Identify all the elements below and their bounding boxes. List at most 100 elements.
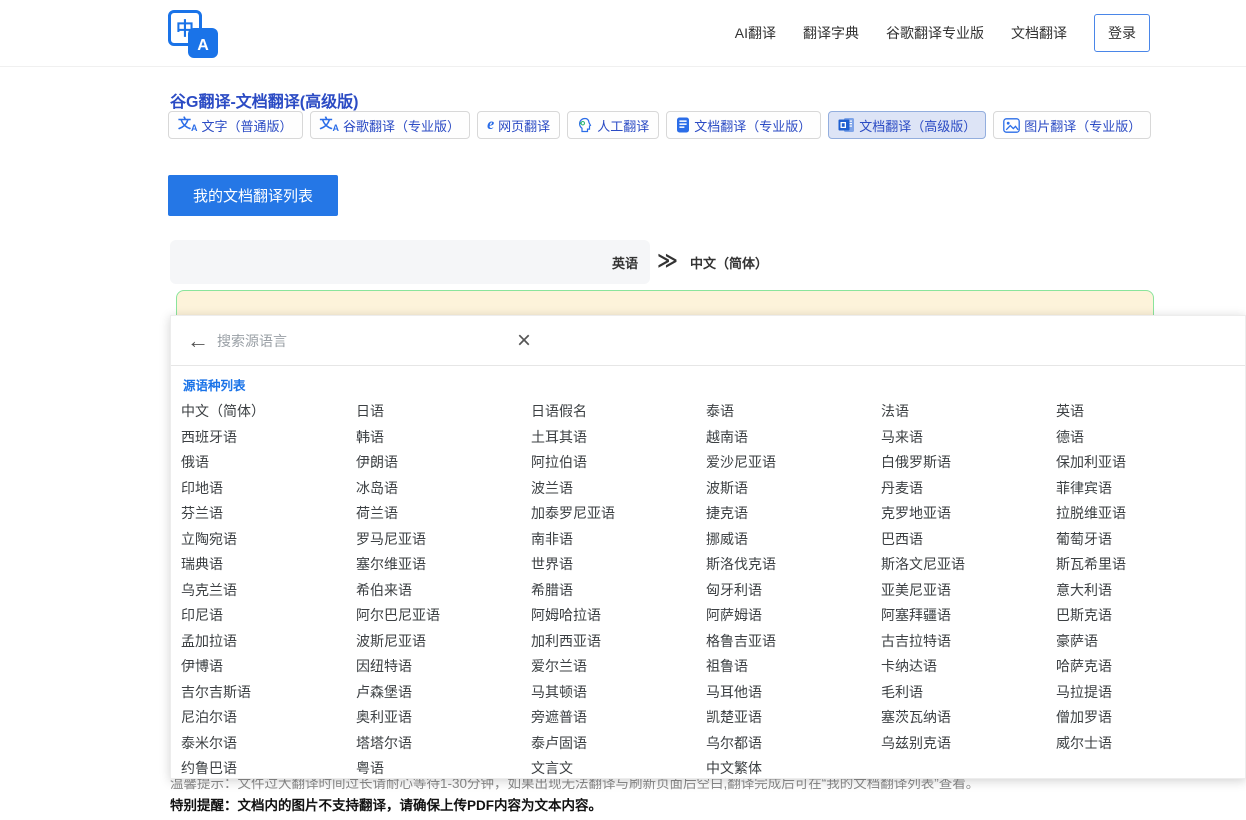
language-item[interactable]: 毛利语 (881, 680, 1056, 706)
language-item[interactable]: 巴斯克语 (1056, 603, 1231, 629)
language-item[interactable]: 南非语 (531, 527, 706, 553)
language-item[interactable]: 葡萄牙语 (1056, 527, 1231, 553)
language-item[interactable]: 日语 (356, 399, 531, 425)
language-item[interactable]: 波斯尼亚语 (356, 629, 531, 655)
language-item[interactable]: 伊博语 (181, 654, 356, 680)
language-item[interactable]: 孟加拉语 (181, 629, 356, 655)
language-item[interactable]: 斯洛文尼亚语 (881, 552, 1056, 578)
language-item[interactable]: 乌克兰语 (181, 578, 356, 604)
language-item[interactable]: 韩语 (356, 425, 531, 451)
language-item[interactable]: 泰卢固语 (531, 731, 706, 757)
close-icon[interactable]: × (517, 329, 531, 353)
login-button[interactable]: 登录 (1094, 14, 1150, 52)
language-item[interactable]: 斯洛伐克语 (706, 552, 881, 578)
language-item[interactable]: 克罗地亚语 (881, 501, 1056, 527)
nav-translate-dictionary[interactable]: 翻译字典 (803, 23, 859, 43)
language-item[interactable]: 吉尔吉斯语 (181, 680, 356, 706)
language-item[interactable]: 立陶宛语 (181, 527, 356, 553)
language-item[interactable]: 阿塞拜疆语 (881, 603, 1056, 629)
language-item[interactable]: 亚美尼亚语 (881, 578, 1056, 604)
tab-doc-pro[interactable]: 文档翻译（专业版） (666, 111, 821, 139)
language-item[interactable]: 马拉提语 (1056, 680, 1231, 706)
language-item[interactable]: 世界语 (531, 552, 706, 578)
tab-human-translate[interactable]: 人工翻译 (567, 111, 659, 139)
language-item[interactable]: 粤语 (356, 756, 531, 782)
language-item[interactable]: 俄语 (181, 450, 356, 476)
language-item[interactable]: 法语 (881, 399, 1056, 425)
language-item[interactable]: 爱沙尼亚语 (706, 450, 881, 476)
nav-ai-translate[interactable]: AI翻译 (735, 23, 776, 43)
language-item[interactable]: 豪萨语 (1056, 629, 1231, 655)
language-item[interactable]: 奥利亚语 (356, 705, 531, 731)
language-item[interactable]: 马耳他语 (706, 680, 881, 706)
language-item[interactable]: 罗马尼亚语 (356, 527, 531, 553)
language-item[interactable]: 阿拉伯语 (531, 450, 706, 476)
language-item[interactable]: 波斯语 (706, 476, 881, 502)
language-item[interactable]: 捷克语 (706, 501, 881, 527)
translate-logo-icon[interactable]: 中 A (168, 8, 220, 58)
language-item[interactable]: 哈萨克语 (1056, 654, 1231, 680)
source-language-selector[interactable]: 英语 (612, 253, 638, 272)
nav-document-translate[interactable]: 文档翻译 (1011, 23, 1067, 43)
language-item[interactable]: 尼泊尔语 (181, 705, 356, 731)
search-source-language-input[interactable] (217, 333, 497, 349)
language-item[interactable]: 越南语 (706, 425, 881, 451)
language-item[interactable]: 因纽特语 (356, 654, 531, 680)
language-item[interactable]: 瑞典语 (181, 552, 356, 578)
language-item[interactable]: 旁遮普语 (531, 705, 706, 731)
language-item[interactable]: 塞茨瓦纳语 (881, 705, 1056, 731)
language-item[interactable]: 波兰语 (531, 476, 706, 502)
language-item[interactable]: 挪威语 (706, 527, 881, 553)
language-item[interactable]: 乌尔都语 (706, 731, 881, 757)
language-item[interactable]: 格鲁吉亚语 (706, 629, 881, 655)
my-doc-list-button[interactable]: 我的文档翻译列表 (168, 175, 338, 216)
language-item[interactable]: 英语 (1056, 399, 1231, 425)
language-item[interactable]: 阿萨姆语 (706, 603, 881, 629)
language-item[interactable]: 伊朗语 (356, 450, 531, 476)
language-item[interactable]: 拉脱维亚语 (1056, 501, 1231, 527)
language-item[interactable]: 僧加罗语 (1056, 705, 1231, 731)
language-item[interactable]: 加利西亚语 (531, 629, 706, 655)
language-item[interactable]: 德语 (1056, 425, 1231, 451)
language-item[interactable]: 丹麦语 (881, 476, 1056, 502)
language-item[interactable]: 加泰罗尼亚语 (531, 501, 706, 527)
language-item[interactable]: 凯楚亚语 (706, 705, 881, 731)
tab-image-pro[interactable]: 图片翻译（专业版） (993, 111, 1151, 139)
language-item[interactable]: 匈牙利语 (706, 578, 881, 604)
language-item[interactable]: 泰米尔语 (181, 731, 356, 757)
language-item[interactable]: 古吉拉特语 (881, 629, 1056, 655)
language-item[interactable]: 乌兹别克语 (881, 731, 1056, 757)
language-item[interactable]: 芬兰语 (181, 501, 356, 527)
language-item[interactable]: 马来语 (881, 425, 1056, 451)
language-item[interactable]: 文言文 (531, 756, 706, 782)
tab-google-pro[interactable]: 文A 谷歌翻译（专业版） (310, 111, 471, 139)
language-item[interactable]: 西班牙语 (181, 425, 356, 451)
language-item[interactable]: 马其顿语 (531, 680, 706, 706)
language-item[interactable]: 希腊语 (531, 578, 706, 604)
language-item[interactable]: 日语假名 (531, 399, 706, 425)
tab-web-translate[interactable]: e 网页翻译 (477, 111, 560, 139)
language-item[interactable]: 白俄罗斯语 (881, 450, 1056, 476)
back-arrow-icon[interactable]: ← (187, 330, 209, 352)
language-item[interactable]: 祖鲁语 (706, 654, 881, 680)
language-item[interactable]: 巴西语 (881, 527, 1056, 553)
language-item[interactable]: 中文（简体） (181, 399, 356, 425)
language-item[interactable]: 冰岛语 (356, 476, 531, 502)
language-item[interactable]: 印地语 (181, 476, 356, 502)
language-item[interactable]: 威尔士语 (1056, 731, 1231, 757)
language-item[interactable]: 荷兰语 (356, 501, 531, 527)
language-item[interactable]: 卡纳达语 (881, 654, 1056, 680)
language-item[interactable]: 塔塔尔语 (356, 731, 531, 757)
language-item[interactable]: 土耳其语 (531, 425, 706, 451)
language-item[interactable]: 菲律宾语 (1056, 476, 1231, 502)
language-item[interactable]: 保加利亚语 (1056, 450, 1231, 476)
language-item[interactable]: 卢森堡语 (356, 680, 531, 706)
language-item[interactable]: 塞尔维亚语 (356, 552, 531, 578)
language-item[interactable]: 爱尔兰语 (531, 654, 706, 680)
nav-google-translate-pro[interactable]: 谷歌翻译专业版 (886, 23, 984, 43)
language-item[interactable]: 中文繁体 (706, 756, 881, 782)
language-item[interactable]: 泰语 (706, 399, 881, 425)
language-item[interactable]: 阿姆哈拉语 (531, 603, 706, 629)
language-item[interactable]: 阿尔巴尼亚语 (356, 603, 531, 629)
target-language-selector[interactable]: 中文（简体） (690, 253, 768, 272)
